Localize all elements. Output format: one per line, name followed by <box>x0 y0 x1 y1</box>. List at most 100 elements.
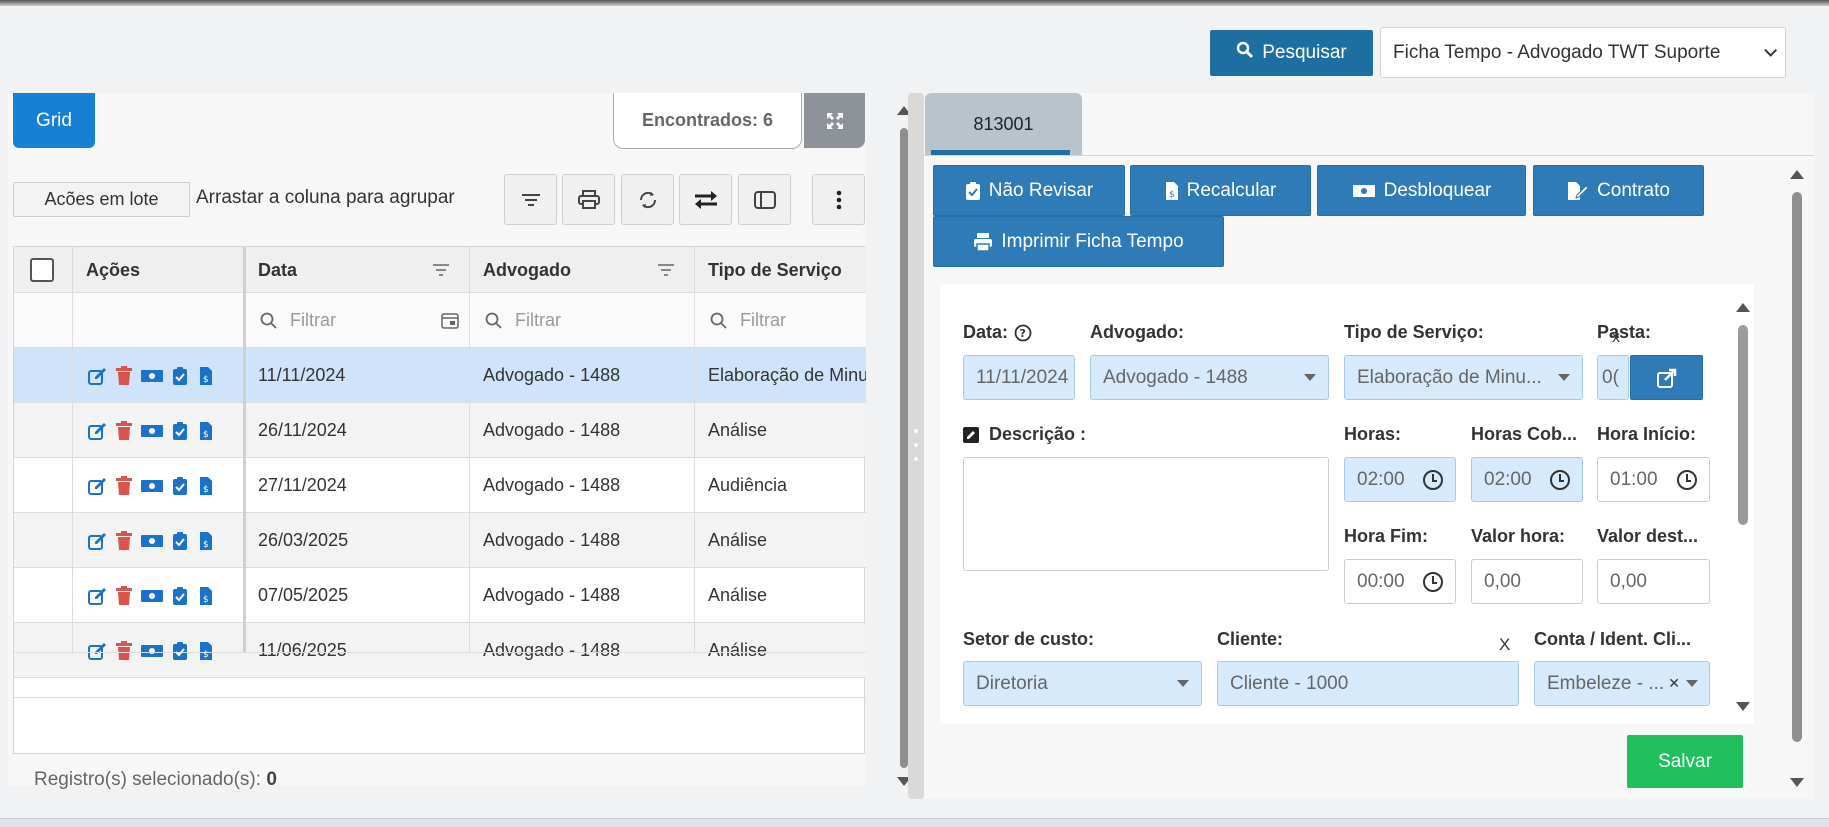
horas-input[interactable]: 02:00 <box>1344 457 1456 502</box>
form-scrollbar[interactable] <box>1738 325 1748 525</box>
tab-record[interactable]: 813001 <box>925 93 1082 155</box>
print-toolbar-button[interactable] <box>562 174 615 225</box>
profile-select[interactable]: Ficha Tempo - Advogado TWT Suporte <box>1380 27 1786 78</box>
open-pasta-button[interactable] <box>1630 355 1703 400</box>
clipboard-check-icon[interactable] <box>170 421 190 441</box>
filter-advogado[interactable]: Filtrar <box>469 293 694 348</box>
clipboard-check-icon[interactable] <box>170 366 190 386</box>
file-invoice-icon[interactable]: $ <box>196 586 216 606</box>
expand-button[interactable] <box>804 93 865 148</box>
edit-icon[interactable] <box>88 531 108 551</box>
external-link-icon <box>1656 368 1676 388</box>
detail-scroll-up-icon[interactable] <box>1790 170 1804 179</box>
trash-icon[interactable] <box>114 365 134 386</box>
edit-icon[interactable] <box>88 366 108 386</box>
data-input[interactable]: 11/11/2024 <box>963 355 1075 400</box>
file-invoice-icon[interactable]: $ <box>196 366 216 386</box>
column-header-data[interactable]: Data <box>244 247 469 293</box>
swap-toolbar-button[interactable] <box>679 174 732 225</box>
horas-cobradas-input[interactable]: 02:00 <box>1471 457 1583 502</box>
form-scroll-down-icon[interactable] <box>1736 702 1750 711</box>
clock-icon[interactable] <box>1677 469 1697 490</box>
column-header-advogado[interactable]: Advogado <box>469 247 694 293</box>
money-bill-icon[interactable] <box>140 586 164 606</box>
column-header-tipo[interactable]: Tipo de Serviço <box>694 247 866 293</box>
calendar-icon[interactable] <box>441 312 459 329</box>
clear-cliente-icon[interactable]: X <box>1499 635 1510 655</box>
money-bill-icon[interactable] <box>140 531 164 551</box>
edit-icon[interactable] <box>88 421 108 441</box>
column-header-acoes[interactable]: Ações <box>72 247 244 293</box>
table-row[interactable]: $07/05/2025 Advogado - 1488 Análise <box>14 568 866 623</box>
recalcular-button[interactable]: $ Recalcular <box>1130 165 1311 216</box>
file-invoice-icon[interactable]: $ <box>196 476 216 496</box>
batch-actions-button[interactable]: Acões em lote <box>13 182 190 217</box>
panel-splitter[interactable] <box>908 93 924 799</box>
trash-icon[interactable] <box>114 640 134 661</box>
trash-icon[interactable] <box>114 475 134 496</box>
money-bill-icon[interactable] <box>140 641 164 661</box>
columns-toolbar-button[interactable] <box>738 174 791 225</box>
clipboard-check-icon[interactable] <box>170 641 190 661</box>
file-invoice-icon[interactable]: $ <box>196 421 216 441</box>
contrato-button[interactable]: Contrato <box>1533 165 1704 216</box>
filter-row: Filtrar Filtrar Filtrar <box>14 293 866 348</box>
money-bill-icon[interactable] <box>140 476 164 496</box>
tab-grid[interactable]: Grid <box>13 93 95 148</box>
file-invoice-icon[interactable]: $ <box>196 531 216 551</box>
clear-pasta-icon[interactable]: x <box>1612 329 1620 347</box>
edit-icon[interactable] <box>88 476 108 496</box>
setor-custo-select[interactable]: Diretoria <box>963 661 1202 706</box>
table-row[interactable]: $11/06/2025 Advogado - 1488 Análise <box>14 623 866 678</box>
clock-icon[interactable] <box>1423 469 1443 490</box>
filter-toolbar-button[interactable] <box>504 174 557 225</box>
filter-data[interactable]: Filtrar <box>244 293 469 348</box>
valor-hora-input[interactable]: 0,00 <box>1471 559 1583 604</box>
table-row[interactable]: $27/11/2024 Advogado - 1488 Audiência <box>14 458 866 513</box>
trash-icon[interactable] <box>114 530 134 551</box>
edit-icon[interactable] <box>88 586 108 606</box>
trash-icon[interactable] <box>114 585 134 606</box>
hora-inicio-field-label: Hora Início: <box>1597 424 1697 444</box>
clear-icon[interactable]: ✕ <box>1668 675 1680 692</box>
tipo-servico-select[interactable]: Elaboração de Minu... <box>1344 355 1583 400</box>
refresh-toolbar-button[interactable] <box>621 174 674 225</box>
column-filter-icon[interactable] <box>433 264 449 276</box>
money-bill-icon[interactable] <box>140 366 164 386</box>
save-button[interactable]: Salvar <box>1627 735 1743 788</box>
more-options-button[interactable] <box>812 174 865 225</box>
detail-scroll-down-icon[interactable] <box>1790 778 1804 787</box>
nao-revisar-button[interactable]: Não Revisar <box>933 165 1125 216</box>
cliente-input[interactable]: Cliente - 1000 <box>1217 661 1519 706</box>
clipboard-check-icon[interactable] <box>170 586 190 606</box>
clock-icon[interactable] <box>1423 571 1443 592</box>
hora-fim-input[interactable]: 00:00 <box>1344 559 1456 604</box>
clipboard-check-icon[interactable] <box>170 476 190 496</box>
conta-select[interactable]: Embeleze - ... ✕ <box>1534 661 1710 706</box>
descricao-textarea[interactable] <box>963 457 1329 571</box>
table-row[interactable]: $11/11/2024 Advogado - 1488 Elaboração de … <box>14 348 866 403</box>
file-invoice-icon[interactable]: $ <box>196 641 216 661</box>
detail-scrollbar[interactable] <box>1792 192 1802 742</box>
valor-destacado-input[interactable]: 0,00 <box>1597 559 1710 604</box>
pasta-input[interactable]: 0( <box>1597 355 1629 400</box>
clock-icon[interactable] <box>1550 469 1570 490</box>
table-row[interactable]: $26/11/2024 Advogado - 1488 Análise <box>14 403 866 458</box>
column-filter-icon[interactable] <box>658 264 674 276</box>
desbloquear-button[interactable]: Desbloquear <box>1317 165 1526 216</box>
help-circle-icon[interactable]: ? <box>1014 324 1032 342</box>
imprimir-ficha-button[interactable]: Imprimir Ficha Tempo <box>933 216 1224 267</box>
clipboard-check-icon[interactable] <box>170 531 190 551</box>
trash-icon[interactable] <box>114 420 134 441</box>
row-actions-cell: $ <box>72 623 244 678</box>
money-bill-icon[interactable] <box>140 421 164 441</box>
edit-icon[interactable] <box>88 641 108 661</box>
advogado-select[interactable]: Advogado - 1488 <box>1090 355 1329 400</box>
left-scrollbar[interactable] <box>900 128 908 768</box>
form-scroll-up-icon[interactable] <box>1736 303 1750 312</box>
select-all-checkbox[interactable] <box>30 258 54 282</box>
search-button[interactable]: Pesquisar <box>1210 30 1373 76</box>
hora-inicio-input[interactable]: 01:00 <box>1597 457 1710 502</box>
filter-tipo[interactable]: Filtrar <box>694 293 866 348</box>
table-row[interactable]: $26/03/2025 Advogado - 1488 Análise <box>14 513 866 568</box>
